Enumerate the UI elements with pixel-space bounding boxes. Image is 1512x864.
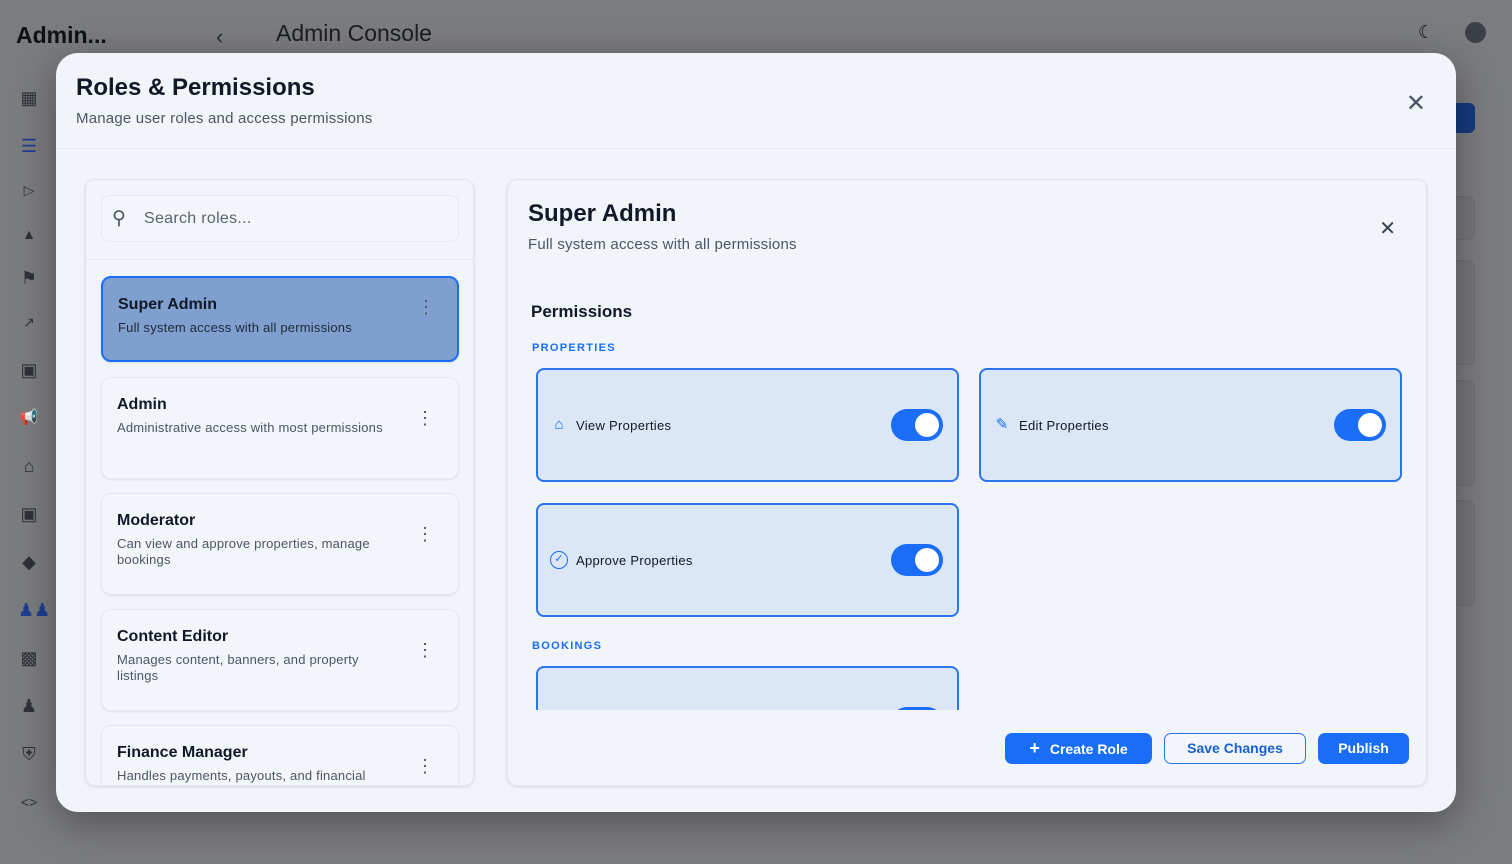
permission-toggle[interactable] (891, 409, 943, 441)
modal-subtitle: Manage user roles and access permissions (76, 110, 373, 127)
edit-list-icon[interactable]: ☰ (18, 135, 40, 157)
permission-card: ✎ Edit Properties (979, 368, 1402, 482)
code-icon[interactable]: <> (18, 791, 40, 813)
check-circle-icon: ✓ (550, 551, 568, 569)
close-icon[interactable]: ✕ (1406, 89, 1426, 118)
role-name: Super Admin (118, 296, 217, 313)
plus-icon: + (1029, 738, 1040, 758)
divider (86, 259, 473, 260)
roles-permissions-modal: Roles & Permissions Manage user roles an… (56, 53, 1456, 812)
moon-icon[interactable]: ☾ (1418, 22, 1434, 43)
search-input[interactable] (144, 206, 444, 232)
save-changes-button[interactable]: Save Changes (1164, 733, 1306, 764)
more-vert-icon[interactable]: ⋮ (417, 298, 435, 316)
search-icon: ⚲ (112, 208, 126, 229)
permission-label: View Properties (576, 418, 672, 433)
calendar-icon[interactable]: ▣ (18, 503, 40, 525)
search-field: ⚲ (101, 195, 459, 242)
role-detail-panel: Super Admin Full system access with all … (507, 179, 1427, 786)
role-item-content-editor[interactable]: Content Editor Manages content, banners,… (101, 609, 459, 711)
role-description: Administrative access with most permissi… (117, 420, 383, 435)
role-description: Can view and approve properties, manage … (117, 536, 370, 567)
more-vert-icon[interactable]: ⋮ (416, 409, 434, 427)
role-item-moderator[interactable]: Moderator Can view and approve propertie… (101, 493, 459, 595)
permission-card (536, 666, 959, 710)
section-label: BOOKINGS (532, 640, 603, 652)
roles-list-panel: ⚲ Super Admin Full system access with al… (85, 179, 474, 786)
megaphone-icon[interactable]: 📢 (18, 407, 40, 429)
more-vert-icon[interactable]: ⋮ (416, 525, 434, 543)
permission-toggle[interactable] (1334, 409, 1386, 441)
create-role-label: Create Role (1049, 741, 1128, 757)
page-title: Admin Console (276, 20, 432, 46)
more-vert-icon[interactable]: ⋮ (416, 641, 434, 659)
user-circle-icon[interactable] (1465, 22, 1486, 43)
play-icon[interactable]: ▷ (18, 179, 40, 201)
more-vert-icon[interactable]: ⋮ (416, 757, 434, 775)
pencil-icon: ✎ (995, 416, 1009, 433)
divider (56, 148, 1456, 149)
role-description: Manages content, banners, and property l… (117, 652, 359, 683)
permissions-scroll[interactable]: Permissions PROPERTIES ⌂ View Properties… (508, 180, 1426, 710)
publish-button[interactable]: Publish (1318, 733, 1409, 764)
permission-card: ⌂ View Properties (536, 368, 959, 482)
handshake-icon[interactable]: ◆ (18, 551, 40, 573)
app-title: Admin... (16, 22, 107, 48)
create-role-button[interactable]: + Create Role (1005, 733, 1152, 764)
role-item-admin[interactable]: Admin Administrative access with most pe… (101, 377, 459, 479)
permissions-heading: Permissions (531, 302, 633, 321)
tag-icon[interactable]: ⚑ (18, 267, 40, 289)
role-name: Finance Manager (117, 744, 248, 761)
dashboard-icon[interactable]: ▦ (18, 87, 40, 109)
group-icon[interactable]: ♟ (18, 695, 40, 717)
role-item-finance-manager[interactable]: Finance Manager Handles payments, payout… (101, 725, 459, 785)
role-description: Full system access with all permissions (118, 320, 352, 335)
modal-title: Roles & Permissions (76, 74, 315, 101)
permission-card: ✓ Approve Properties (536, 503, 959, 617)
role-name: Content Editor (117, 628, 229, 645)
permission-label: Edit Properties (1019, 418, 1109, 433)
trend-icon[interactable]: ↗ (18, 311, 40, 333)
role-item-super-admin[interactable]: Super Admin Full system access with all … (101, 276, 459, 362)
people-icon[interactable]: ♟♟ (18, 599, 50, 621)
section-label: PROPERTIES (532, 342, 616, 354)
briefcase-icon[interactable]: ▩ (18, 647, 40, 669)
shield-check-icon[interactable]: ⛨ (18, 743, 40, 765)
role-name: Moderator (117, 512, 196, 529)
role-name: Admin (117, 396, 167, 413)
shapes-icon[interactable]: ▲ (18, 223, 40, 245)
payments-icon[interactable]: ▣ (18, 359, 40, 381)
home-icon: ⌂ (554, 416, 564, 433)
home-icon[interactable]: ⌂ (18, 455, 40, 477)
permission-toggle[interactable] (891, 544, 943, 576)
permission-label: Approve Properties (576, 553, 693, 568)
permission-toggle[interactable] (891, 707, 943, 710)
chevron-left-icon[interactable]: ‹ (216, 24, 223, 50)
role-description: Handles payments, payouts, and financial (117, 768, 366, 783)
